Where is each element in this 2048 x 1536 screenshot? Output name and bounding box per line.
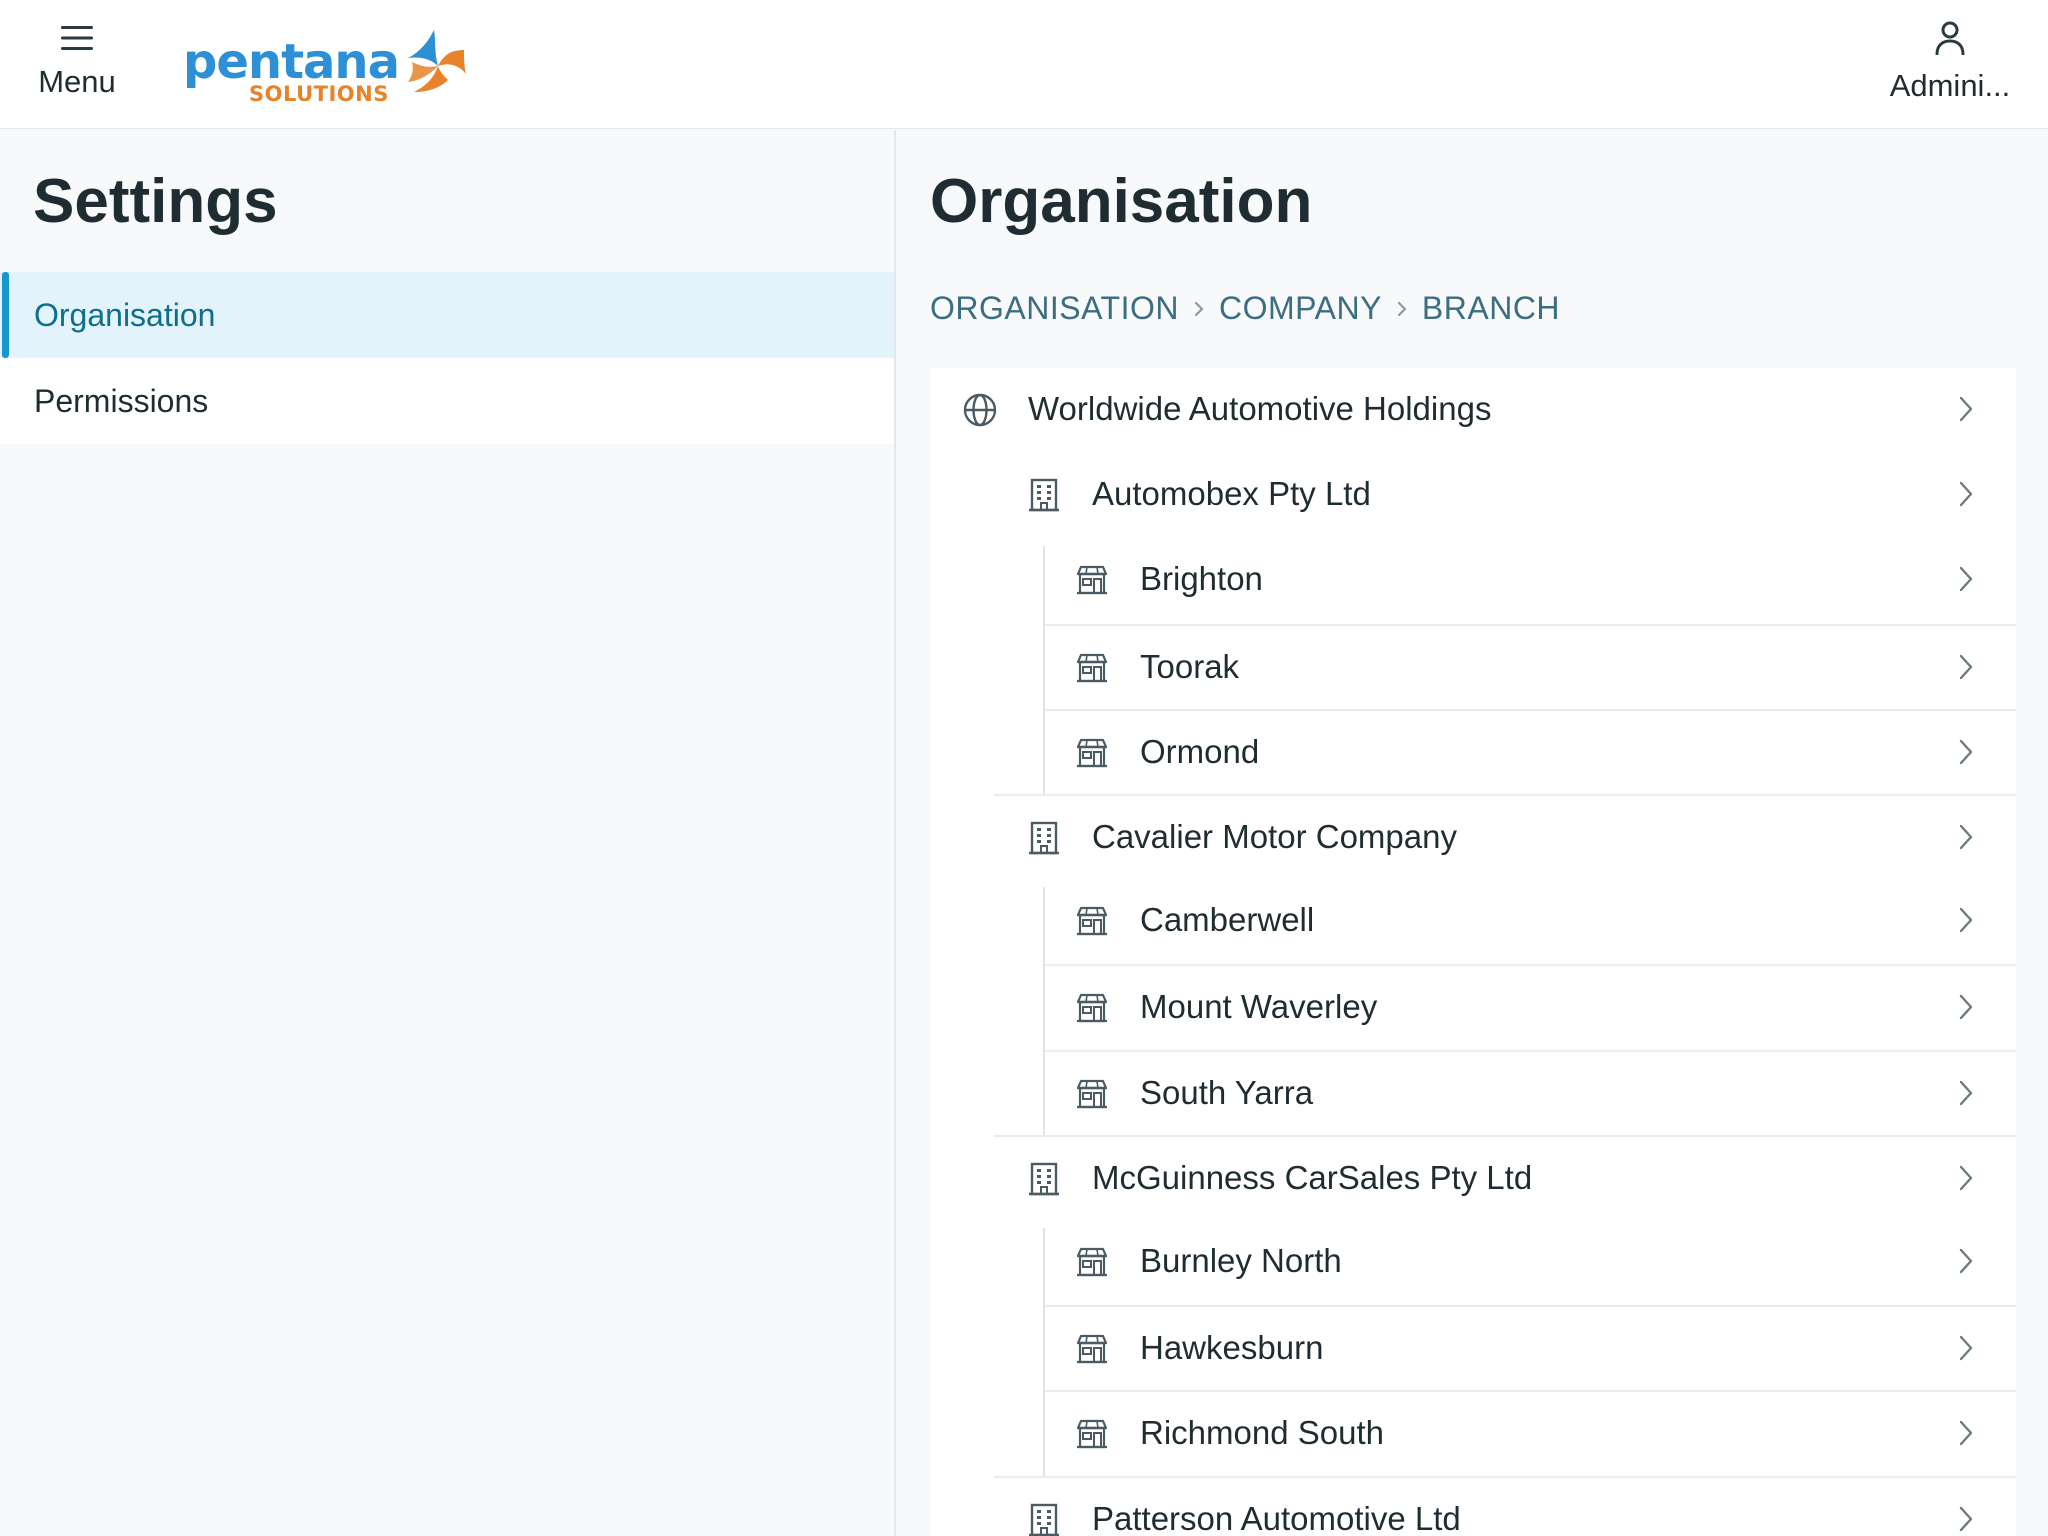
tree-row-branch[interactable]: Brighton [1044, 538, 2016, 623]
building-icon [1026, 1161, 1062, 1197]
nav-item-permissions[interactable]: Permissions [0, 358, 894, 444]
globe-icon [962, 392, 998, 428]
chevron-right-icon [1396, 300, 1408, 318]
chevron-right-icon [1956, 1078, 1976, 1113]
store-icon [1074, 1076, 1110, 1112]
tree-row-branch[interactable]: South Yarra [1044, 1049, 2016, 1135]
tree-row-label: Ormond [1140, 732, 1260, 770]
pentana-logo: pentana SOLUTIONS [180, 20, 480, 110]
tree-row-company[interactable]: Cavalier Motor Company [994, 794, 2016, 879]
tree-indent-line [1043, 887, 1045, 1135]
tree-row-label: Brighton [1140, 560, 1263, 598]
tree-row-branch[interactable]: Ormond [1044, 708, 2016, 794]
page-title: Organisation [930, 167, 1313, 236]
tree-row-label: Cavalier Motor Company [1092, 818, 1457, 855]
building-icon [1026, 477, 1062, 513]
chevron-right-icon [1956, 1504, 1976, 1536]
chevron-right-icon [1956, 1333, 1976, 1368]
tree-row-label: Worldwide Automotive Holdings [1028, 390, 1492, 427]
logo-swirl-icon [408, 30, 466, 92]
breadcrumb: ORGANISATION COMPANY BRANCH [930, 290, 1560, 327]
tree-row-label: Hawkesburn [1140, 1329, 1324, 1367]
breadcrumb-branch[interactable]: BRANCH [1422, 290, 1560, 327]
organisation-panel: Organisation ORGANISATION COMPANY BRANCH… [898, 130, 2048, 1536]
tree-indent-line [1043, 1228, 1045, 1476]
user-icon [1934, 21, 1966, 60]
nav-item-organisation[interactable]: Organisation [0, 272, 894, 358]
chevron-right-icon [1956, 394, 1976, 429]
settings-sidebar: Settings Organisation Permissions [0, 130, 896, 1536]
breadcrumb-organisation[interactable]: ORGANISATION [930, 290, 1179, 327]
chevron-right-icon [1193, 300, 1205, 318]
app-header: Menu pentana SOLUTIONS Admini... [0, 0, 2048, 129]
tree-row-label: South Yarra [1140, 1073, 1314, 1111]
chevron-right-icon [1956, 479, 1976, 514]
breadcrumb-company[interactable]: COMPANY [1219, 290, 1382, 327]
tree-row-label: Automobex Pty Ltd [1092, 475, 1371, 513]
logo-subtitle: SOLUTIONS [249, 82, 389, 106]
chevron-right-icon [1956, 905, 1976, 940]
store-icon [1074, 903, 1110, 939]
tree-indent-line [1043, 546, 1045, 794]
chevron-right-icon [1956, 822, 1976, 857]
store-icon [1074, 990, 1110, 1026]
nav-item-label: Permissions [34, 382, 209, 419]
chevron-right-icon [1956, 564, 1976, 599]
tree-row-branch[interactable]: Richmond South [1044, 1390, 2016, 1475]
tree-row-label: Patterson Automotive Ltd [1092, 1499, 1461, 1536]
chevron-right-icon [1956, 737, 1976, 772]
tree-row-label: Burnley North [1140, 1242, 1342, 1279]
settings-nav: Organisation Permissions [0, 272, 894, 444]
tree-row-label: Richmond South [1140, 1414, 1384, 1452]
store-icon [1074, 1331, 1110, 1367]
tree-row-company[interactable]: Automobex Pty Ltd [994, 453, 2016, 538]
building-icon [1026, 1502, 1062, 1536]
tree-row-branch[interactable]: Toorak [1044, 623, 2016, 709]
hamburger-icon [60, 25, 94, 56]
chevron-right-icon [1956, 1246, 1976, 1281]
tree-row-branch[interactable]: Camberwell [1044, 879, 2016, 964]
tree-row-branch[interactable]: Hawkesburn [1044, 1305, 2016, 1390]
chevron-right-icon [1956, 1418, 1976, 1453]
chevron-right-icon [1956, 652, 1976, 687]
tree-row-branch[interactable]: Burnley North [1044, 1220, 2016, 1305]
tree-row-label: Mount Waverley [1140, 988, 1378, 1026]
store-icon [1074, 562, 1110, 598]
chevron-right-icon [1956, 1163, 1976, 1198]
menu-label: Menu [38, 63, 116, 99]
chevron-right-icon [1956, 992, 1976, 1027]
tree-row-root[interactable]: Worldwide Automotive Holdings [930, 368, 2016, 453]
store-icon [1074, 650, 1110, 686]
tree-row-company[interactable]: Patterson Automotive Ltd [994, 1475, 2016, 1536]
building-icon [1026, 820, 1062, 856]
menu-button[interactable]: Menu [24, 16, 130, 108]
store-icon [1074, 1416, 1110, 1452]
nav-item-label: Organisation [34, 296, 216, 333]
user-name-label: Admini... [1889, 67, 2011, 103]
tree-row-label: Toorak [1140, 647, 1240, 685]
organisation-tree: Worldwide Automotive Holdings Automobex P… [930, 368, 2016, 1536]
user-account-button[interactable]: Admini... [1880, 16, 2020, 108]
store-icon [1074, 735, 1110, 771]
tree-row-label: Camberwell [1140, 901, 1315, 939]
tree-row-branch[interactable]: Mount Waverley [1044, 964, 2016, 1049]
tree-row-label: McGuinness CarSales Pty Ltd [1092, 1158, 1533, 1196]
settings-title: Settings [33, 167, 278, 236]
tree-row-company[interactable]: McGuinness CarSales Pty Ltd [994, 1134, 2016, 1220]
store-icon [1074, 1244, 1110, 1280]
